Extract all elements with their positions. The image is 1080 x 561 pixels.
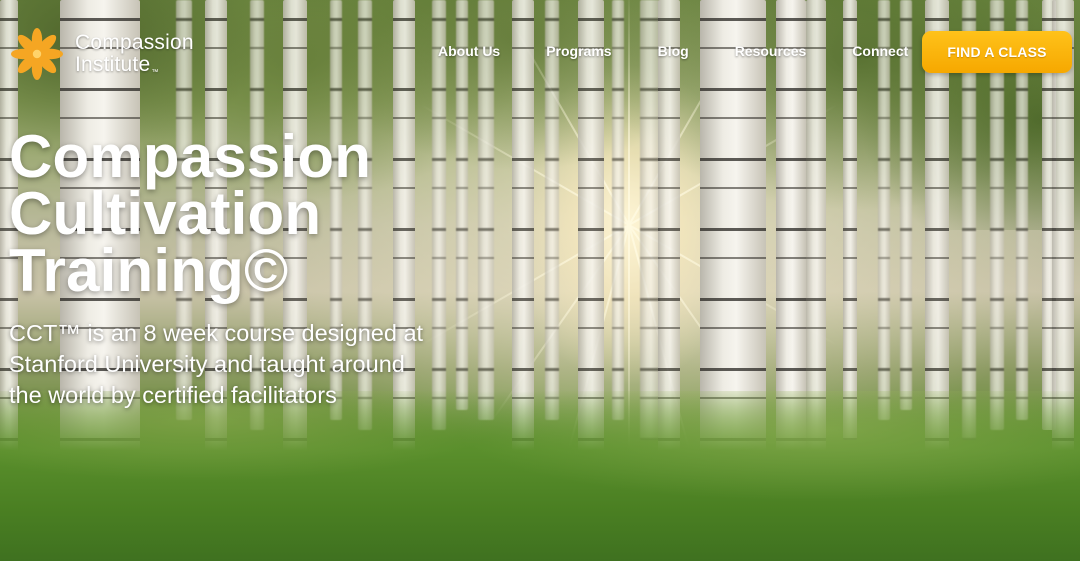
- hero-subtitle: CCT™ is an 8 week course designed at Sta…: [9, 318, 529, 411]
- sun-flower-icon: [11, 28, 63, 80]
- logo-line-1: Compassion: [75, 30, 194, 54]
- nav-resources[interactable]: Resources: [735, 43, 807, 59]
- hero-subtitle-line: the world by certified facilitators: [9, 382, 337, 408]
- site-header: Compassion Institute™ About Us Programs …: [0, 0, 1080, 100]
- hero-subtitle-line: CCT™ is an 8 week course designed at: [9, 320, 424, 346]
- logo-line-2-text: Institute: [75, 53, 151, 76]
- logo-wordmark: Compassion Institute™: [75, 30, 194, 76]
- main-nav: About Us Programs Blog Resources Connect: [438, 43, 908, 59]
- hero-title: Compassion Cultivation Training©: [9, 123, 529, 304]
- forest-grass: [0, 391, 1080, 561]
- nav-connect[interactable]: Connect: [852, 43, 908, 59]
- logo-trademark: ™: [151, 68, 159, 76]
- nav-blog[interactable]: Blog: [658, 43, 689, 59]
- hero-subtitle-line: Stanford University and taught around: [9, 351, 405, 377]
- nav-about-us[interactable]: About Us: [438, 43, 500, 59]
- hero-title-line: Compassion: [9, 123, 372, 190]
- find-a-class-button[interactable]: FIND A CLASS: [922, 31, 1072, 73]
- logo-line-2: Institute™: [75, 53, 194, 76]
- hero-title-line: Training©: [9, 237, 289, 304]
- site-logo[interactable]: Compassion Institute™: [9, 26, 194, 82]
- hero-title-line: Cultivation: [9, 180, 322, 247]
- nav-programs[interactable]: Programs: [546, 43, 611, 59]
